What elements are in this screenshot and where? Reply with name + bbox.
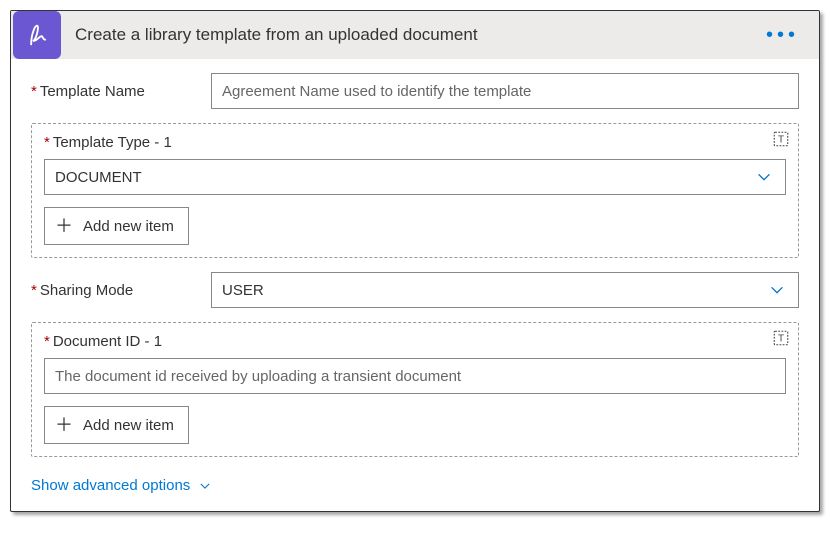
advanced-label: Show advanced options [31, 477, 190, 494]
document-id-group: T *Document ID - 1 ＋ Add new item [31, 322, 799, 457]
template-type-add-button[interactable]: ＋ Add new item [44, 207, 189, 245]
template-type-select[interactable]: DOCUMENT [44, 159, 786, 195]
card-menu-button[interactable]: ••• [762, 24, 803, 47]
template-type-group: T *Template Type - 1 DOCUMENT ＋ Add new … [31, 123, 799, 258]
show-advanced-options[interactable]: Show advanced options [31, 477, 212, 494]
document-id-input[interactable] [44, 358, 786, 394]
chevron-down-icon [768, 281, 786, 299]
adobe-sign-icon [13, 11, 61, 59]
sharing-mode-label: *Sharing Mode [31, 282, 211, 299]
add-item-label: Add new item [83, 218, 174, 235]
dynamic-content-icon[interactable]: T [772, 130, 790, 148]
sharing-mode-row: *Sharing Mode USER [31, 272, 799, 308]
template-name-input[interactable] [211, 73, 799, 109]
dynamic-content-icon[interactable]: T [772, 329, 790, 347]
document-id-label: *Document ID - 1 [44, 333, 786, 350]
template-type-value: DOCUMENT [55, 169, 142, 186]
svg-text:T: T [778, 334, 784, 345]
template-type-label: *Template Type - 1 [44, 134, 786, 151]
action-card: Create a library template from an upload… [10, 10, 820, 512]
sharing-mode-select[interactable]: USER [211, 272, 799, 308]
add-item-label: Add new item [83, 417, 174, 434]
card-title: Create a library template from an upload… [75, 25, 762, 45]
chevron-down-icon [755, 168, 773, 186]
plus-icon: ＋ [55, 416, 73, 434]
card-header: Create a library template from an upload… [11, 11, 819, 59]
sharing-mode-value: USER [222, 282, 264, 299]
card-body: *Template Name T *Template Type - 1 DOCU… [11, 59, 819, 511]
plus-icon: ＋ [55, 217, 73, 235]
template-name-row: *Template Name [31, 73, 799, 109]
chevron-down-icon [198, 479, 212, 493]
document-id-add-button[interactable]: ＋ Add new item [44, 406, 189, 444]
svg-text:T: T [778, 135, 784, 146]
template-name-label: *Template Name [31, 83, 211, 100]
